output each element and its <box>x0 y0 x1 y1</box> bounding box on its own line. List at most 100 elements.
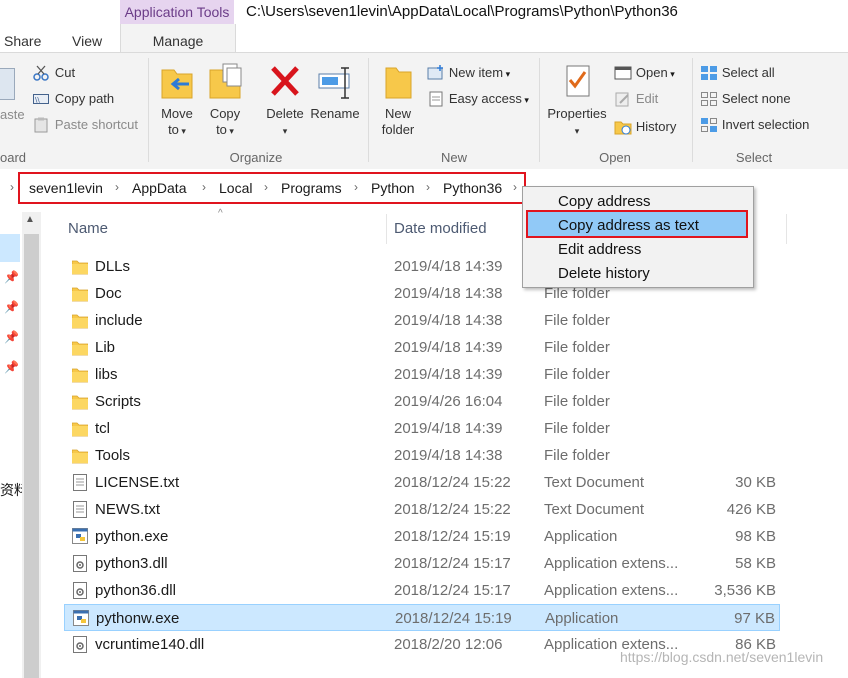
select-none-button[interactable]: Select none <box>700 90 791 107</box>
file-name: NEWS.txt <box>95 501 161 518</box>
file-row[interactable]: Scripts 2019/4/26 16:04 File folder <box>64 388 780 415</box>
file-name: python3.dll <box>95 555 168 572</box>
file-type: File folder <box>544 339 610 356</box>
select-none-icon <box>701 92 717 107</box>
address-highlight-box <box>18 172 526 204</box>
copy-to-icon <box>209 63 242 99</box>
invert-selection-icon <box>701 118 717 133</box>
file-row[interactable]: Lib 2019/4/18 14:39 File folder <box>64 334 780 361</box>
properties-button[interactable]: Properties ▾ <box>544 62 610 139</box>
file-name: Tools <box>95 447 131 464</box>
file-date-modified: 2019/4/18 14:39 <box>394 258 503 275</box>
folder-icon <box>72 260 88 275</box>
file-row[interactable]: pythonw.exe 2018/12/24 15:19 Application 97… <box>64 604 780 631</box>
paste-shortcut-button[interactable]: Paste shortcut <box>33 116 138 133</box>
scroll-up-arrow-icon[interactable]: ▲ <box>25 214 35 225</box>
paste-shortcut-icon <box>34 117 48 133</box>
copy-to-button[interactable]: Copy to ▾ <box>204 62 246 139</box>
select-none-label: Select none <box>721 91 791 106</box>
move-to-button[interactable]: Move to ▾ <box>156 62 198 139</box>
column-divider[interactable] <box>386 214 387 244</box>
scrollbar-thumb[interactable] <box>24 234 39 678</box>
file-row[interactable]: python.exe 2018/12/24 15:19 Application 98 … <box>64 523 780 550</box>
dll-file-icon <box>73 582 87 599</box>
file-date-modified: 2019/4/18 14:39 <box>394 339 503 356</box>
edit-label: Edit <box>635 91 659 106</box>
folder-icon <box>72 341 88 356</box>
file-size: 426 KB <box>726 501 776 518</box>
file-date-modified: 2019/4/18 14:38 <box>394 312 503 329</box>
menu-item-delete-history[interactable]: Delete history <box>558 265 650 282</box>
file-date-modified: 2018/12/24 15:22 <box>394 474 511 491</box>
menu-item-copy-address[interactable]: Copy address <box>558 193 651 210</box>
new-item-icon <box>427 65 443 80</box>
organize-group-label: Organize <box>229 150 283 165</box>
file-size: 97 KB <box>734 610 775 627</box>
folder-icon <box>72 449 88 464</box>
file-date-modified: 2019/4/18 14:38 <box>394 447 503 464</box>
file-row[interactable]: LICENSE.txt 2018/12/24 15:22 Text Document… <box>64 469 780 496</box>
copy-path-button[interactable]: \\ Copy path <box>33 90 114 106</box>
select-all-label: Select all <box>721 65 775 80</box>
file-row[interactable]: Tools 2019/4/18 14:38 File folder <box>64 442 780 469</box>
easy-access-button[interactable]: Easy access ▾ <box>427 90 529 107</box>
new-item-button[interactable]: New item ▾ <box>427 64 510 81</box>
open-button[interactable]: Open ▾ <box>614 64 675 81</box>
edit-button[interactable]: Edit <box>614 90 658 107</box>
invert-selection-label: Invert selection <box>721 117 810 132</box>
file-date-modified: 2019/4/18 14:39 <box>394 366 503 383</box>
nav-selected-item[interactable] <box>0 234 20 262</box>
rename-icon <box>318 67 350 99</box>
tab-manage[interactable]: Manage <box>120 24 236 52</box>
cut-button[interactable]: Cut <box>33 64 75 82</box>
file-date-modified: 2018/2/20 12:06 <box>394 636 503 653</box>
new-folder-button[interactable]: New folder <box>376 62 420 138</box>
new-folder-label-2: folder <box>381 122 415 137</box>
column-divider[interactable] <box>786 214 787 244</box>
ribbon-divider <box>368 58 369 162</box>
rename-button[interactable]: Rename <box>310 62 360 122</box>
file-row[interactable]: libs 2019/4/18 14:39 File folder <box>64 361 780 388</box>
new-group-label: New <box>440 150 467 165</box>
column-header-date-modified[interactable]: Date modified <box>394 220 487 237</box>
copy-path-icon: \\ <box>33 94 49 105</box>
chevron-right-icon: › <box>10 180 14 194</box>
delete-label: Delete <box>266 106 304 121</box>
select-all-button[interactable]: Select all <box>700 64 775 81</box>
file-type: Application extens... <box>544 582 679 599</box>
file-row[interactable]: tcl 2019/4/18 14:39 File folder <box>64 415 780 442</box>
file-size: 58 KB <box>735 555 776 572</box>
tab-view[interactable]: View <box>72 24 102 52</box>
copy-to-label-2: to <box>216 122 227 137</box>
paste-button[interactable]: aste <box>0 107 25 122</box>
menu-item-copy-address-as-text[interactable]: Copy address as text <box>558 217 699 234</box>
file-name: DLLs <box>95 258 131 275</box>
file-date-modified: 2019/4/18 14:39 <box>394 420 503 437</box>
file-date-modified: 2018/12/24 15:22 <box>394 501 511 518</box>
pin-icon: 📌 <box>4 300 19 314</box>
file-type: Application <box>545 610 619 627</box>
ribbon-divider <box>539 58 540 162</box>
text-file-icon <box>73 474 87 491</box>
file-name: include <box>95 312 143 329</box>
invert-selection-button[interactable]: Invert selection <box>700 116 809 133</box>
tab-share[interactable]: Share <box>4 24 41 52</box>
menu-item-edit-address[interactable]: Edit address <box>558 241 641 258</box>
file-date-modified: 2019/4/18 14:38 <box>394 285 503 302</box>
folder-icon <box>72 368 88 383</box>
file-row[interactable]: python3.dll 2018/12/24 15:17 Application e… <box>64 550 780 577</box>
column-header-name[interactable]: Name <box>68 220 108 237</box>
file-row[interactable]: python36.dll 2018/12/24 15:17 Application … <box>64 577 780 604</box>
file-name: pythonw.exe <box>96 610 180 627</box>
file-type: File folder <box>544 366 610 383</box>
history-button[interactable]: History <box>614 118 676 135</box>
file-type: Text Document <box>544 501 645 518</box>
file-row[interactable]: NEWS.txt 2018/12/24 15:22 Text Document 426… <box>64 496 780 523</box>
delete-button[interactable]: Delete ▾ <box>262 62 308 139</box>
file-size: 30 KB <box>735 474 776 491</box>
file-date-modified: 2018/12/24 15:17 <box>394 582 511 599</box>
file-name: Doc <box>95 285 122 302</box>
file-row[interactable]: include 2019/4/18 14:38 File folder <box>64 307 780 334</box>
move-to-label-1: Move <box>161 106 193 121</box>
file-date-modified: 2018/12/24 15:17 <box>394 555 511 572</box>
